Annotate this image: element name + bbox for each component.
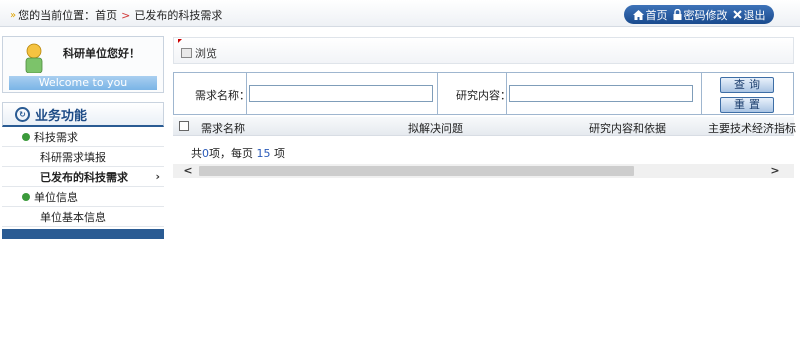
logout-label: 退出 bbox=[743, 8, 766, 22]
logout-link[interactable]: 退出 bbox=[732, 7, 766, 23]
browse-title: 浏览 bbox=[181, 45, 217, 61]
sidebar-item-label: 单位基本信息 bbox=[40, 210, 106, 224]
sidebar-group-tech-demand[interactable]: 科技需求 bbox=[2, 127, 164, 147]
sidebar: 科研单位您好！ Welcome to you ↻ 业务功能 科技需求 科研需求填… bbox=[2, 36, 164, 239]
window-icon bbox=[181, 48, 192, 58]
column-header-research-content[interactable]: 研究内容和依据 bbox=[589, 120, 666, 136]
sidebar-group-label: 科技需求 bbox=[34, 130, 78, 144]
lock-icon bbox=[673, 9, 681, 20]
horizontal-scrollbar[interactable]: < > bbox=[173, 164, 794, 178]
select-all-checkbox[interactable] bbox=[179, 121, 189, 131]
column-header-problem[interactable]: 拟解决问题 bbox=[408, 120, 463, 136]
query-button[interactable]: 查询 bbox=[720, 77, 774, 93]
sidebar-item-label: 已发布的科技需求 bbox=[40, 170, 128, 184]
home-link[interactable]: 首页 bbox=[632, 7, 668, 23]
change-password-label: 密码修改 bbox=[683, 8, 728, 22]
top-bar: » 您的当前位置： 首页 > 已发布的科技需求 首页 密码修改 退出 bbox=[0, 0, 800, 27]
home-icon bbox=[632, 9, 644, 20]
divider bbox=[246, 73, 247, 114]
green-dot-icon bbox=[22, 192, 30, 201]
summary-suffix: 项 bbox=[274, 147, 285, 160]
scrollbar-thumb[interactable] bbox=[199, 166, 634, 176]
browse-label: 浏览 bbox=[195, 47, 217, 60]
demand-name-label: 需求名称： bbox=[195, 89, 250, 102]
chevron-right-icon: › bbox=[155, 170, 160, 183]
column-header-tech-indicators[interactable]: 主要技术经济指标 bbox=[708, 120, 796, 136]
search-panel: 需求名称： 研究内容： 查询 重置 bbox=[173, 72, 794, 115]
breadcrumb-current: 已发布的科技需求 bbox=[134, 9, 223, 22]
refresh-circle-icon: ↻ bbox=[15, 106, 30, 122]
divider bbox=[506, 73, 507, 114]
home-link-label: 首页 bbox=[645, 8, 668, 22]
column-header-demand-name[interactable]: 需求名称 bbox=[201, 120, 245, 136]
welcome-greeting: 科研单位您好！ bbox=[63, 47, 140, 60]
sidebar-item-published-demands[interactable]: 已发布的科技需求 › bbox=[2, 167, 164, 187]
business-functions-title: 业务功能 bbox=[35, 108, 88, 124]
sidebar-item-unit-basic-info[interactable]: 单位基本信息 bbox=[2, 207, 164, 227]
divider bbox=[437, 73, 438, 114]
pagination-summary: 共0项，每页 15 项 bbox=[191, 145, 285, 161]
sidebar-group-label: 单位信息 bbox=[34, 190, 78, 204]
user-avatar-icon bbox=[25, 43, 43, 73]
welcome-banner: Welcome to you bbox=[9, 76, 157, 90]
green-dot-icon bbox=[22, 132, 30, 141]
demand-name-input[interactable] bbox=[249, 85, 433, 102]
table-header: 需求名称 拟解决问题 研究内容和依据 主要技术经济指标 bbox=[173, 117, 796, 136]
browse-header: 浏览 bbox=[173, 37, 794, 64]
welcome-panel: 科研单位您好！ Welcome to you bbox=[2, 36, 164, 93]
total-count: 0 bbox=[202, 147, 209, 160]
breadcrumb-separator: > bbox=[121, 8, 131, 22]
quick-links-bar: 首页 密码修改 退出 bbox=[624, 5, 774, 24]
corner-flag-icon bbox=[178, 39, 182, 43]
research-content-input[interactable] bbox=[509, 85, 693, 102]
sidebar-group-unit-info[interactable]: 单位信息 bbox=[2, 187, 164, 207]
reset-button[interactable]: 重置 bbox=[720, 97, 774, 113]
divider bbox=[701, 73, 702, 114]
breadcrumb-prefix: 您的当前位置： bbox=[18, 9, 96, 22]
per-page-count: 15 bbox=[256, 147, 271, 160]
business-functions-header: ↻ 业务功能 bbox=[2, 102, 164, 127]
summary-prefix: 共 bbox=[191, 147, 202, 160]
summary-mid: 项，每页 bbox=[209, 147, 253, 160]
scroll-left-icon[interactable]: < bbox=[181, 164, 195, 178]
research-content-label: 研究内容： bbox=[456, 89, 511, 102]
change-password-link[interactable]: 密码修改 bbox=[673, 7, 728, 23]
close-icon bbox=[732, 10, 742, 19]
sidebar-item-demand-entry[interactable]: 科研需求填报 bbox=[2, 147, 164, 167]
scroll-right-icon[interactable]: > bbox=[768, 164, 782, 178]
breadcrumb-home-link[interactable]: 首页 bbox=[95, 7, 117, 23]
sidebar-footer-bar bbox=[2, 229, 164, 239]
location-arrow-icon: » bbox=[10, 9, 17, 21]
sidebar-item-label: 科研需求填报 bbox=[40, 150, 106, 164]
breadcrumb: » 您的当前位置： 首页 > 已发布的科技需求 bbox=[10, 7, 222, 23]
